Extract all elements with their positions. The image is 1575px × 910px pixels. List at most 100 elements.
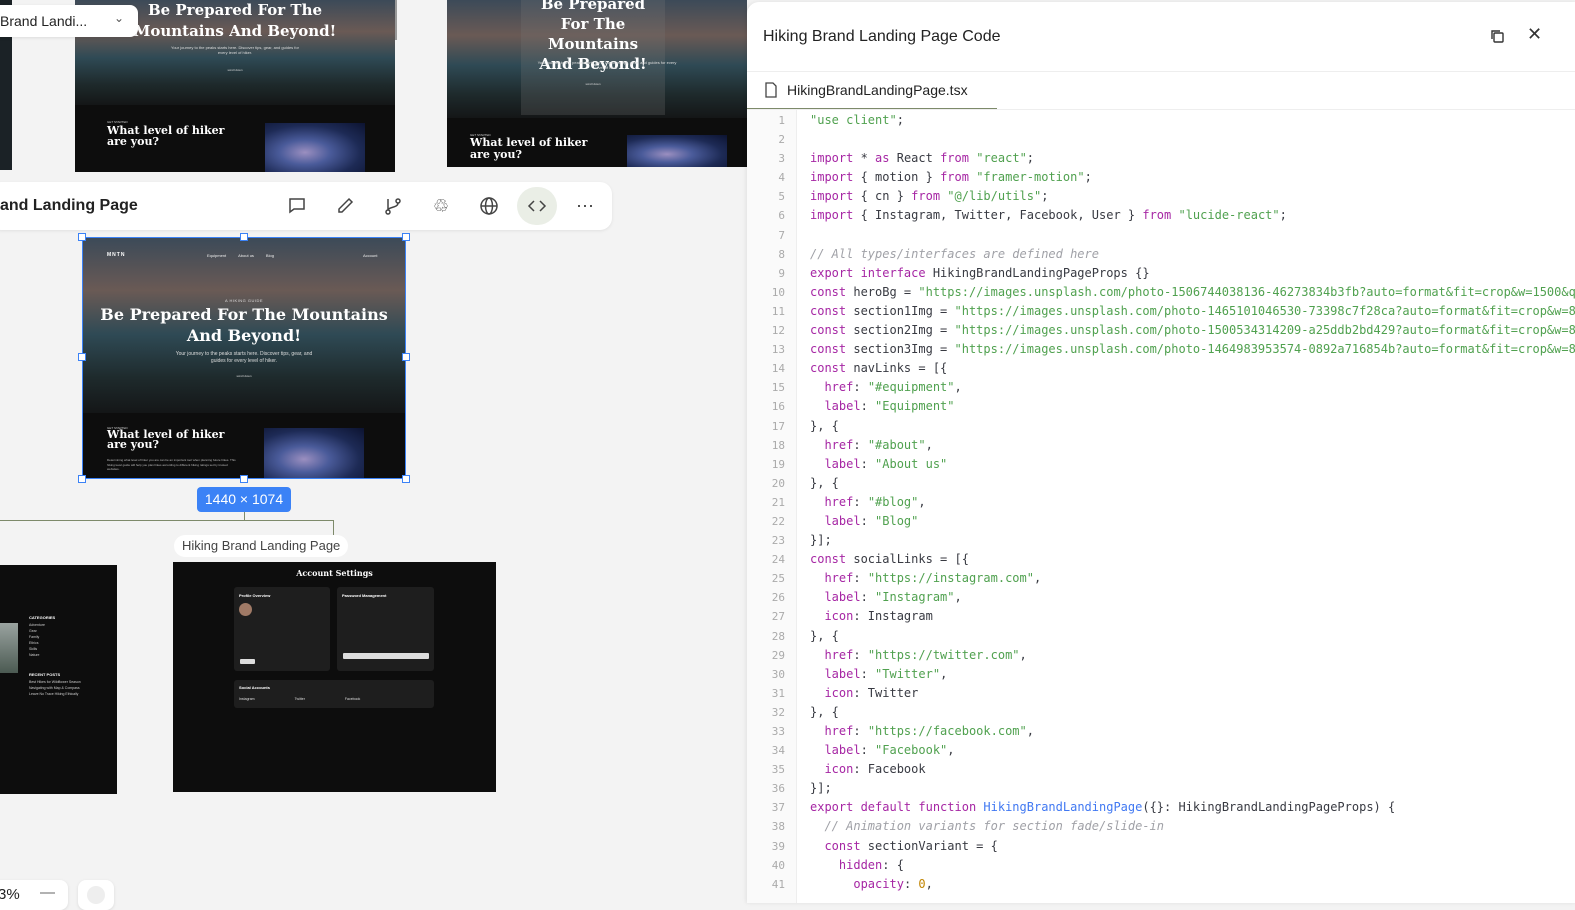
close-icon[interactable]: ✕	[1527, 24, 1542, 45]
code-token	[810, 648, 824, 662]
resize-handle[interactable]	[78, 233, 86, 241]
line-number: 8	[747, 245, 785, 264]
code-token: export default function	[810, 800, 976, 814]
code-line: 7	[747, 226, 1575, 245]
code-token: label	[824, 514, 860, 528]
thumb-image	[627, 135, 727, 167]
line-number: 15	[747, 378, 785, 397]
code-token: const	[810, 304, 846, 318]
resize-handle[interactable]	[402, 475, 410, 483]
frame-section-title: What level of hiker are you?	[107, 430, 247, 450]
page-selector-dropdown[interactable]: Brand Landi... ⌄	[0, 5, 138, 37]
thumb-section-title: What level of hiker are you?	[107, 125, 247, 147]
frame-thumbnail-account-settings[interactable]: Account Settings Profile Overview Passwo…	[173, 562, 496, 792]
zoom-out-button[interactable]: —	[40, 884, 55, 901]
code-icon[interactable]	[517, 187, 557, 225]
line-number: 13	[747, 340, 785, 359]
line-number: 28	[747, 627, 785, 646]
page-selector-label: Brand Landi...	[0, 13, 87, 29]
code-text: const sectionVariant = {	[810, 837, 998, 856]
frame-label[interactable]: Hiking Brand Landing Page	[174, 535, 348, 557]
code-token: "https://images.unsplash.com/photo-14649…	[955, 342, 1575, 356]
recent-title: RECENT POSTS	[29, 672, 60, 677]
code-line: 32}, {	[747, 703, 1575, 722]
social-item: Instagram	[239, 697, 255, 701]
resize-handle[interactable]	[240, 233, 248, 241]
selected-frame-preview[interactable]: MNTN Equipment About us Blog Account A H…	[82, 237, 406, 479]
code-text: }];	[810, 779, 832, 798]
copy-icon[interactable]	[1489, 28, 1505, 49]
code-line: 40 hidden: {	[747, 856, 1575, 875]
frame-thumbnail-top-2[interactable]: Be Prepared For The Mountains And Beyond…	[447, 0, 747, 167]
file-tab[interactable]: HikingBrandLandingPage.tsx	[747, 72, 997, 110]
frame-account[interactable]: Account	[363, 253, 377, 258]
code-token: }, {	[810, 419, 839, 433]
code-token: :	[853, 571, 867, 585]
code-text: "use client";	[810, 111, 904, 130]
code-token: label	[824, 399, 860, 413]
line-number: 3	[747, 149, 785, 168]
line-number: 35	[747, 760, 785, 779]
more-icon[interactable]: ⋯	[567, 190, 603, 222]
globe-icon[interactable]	[471, 190, 507, 222]
code-token: "Blog"	[875, 514, 918, 528]
code-token	[810, 877, 853, 891]
categories-list: Adventure Gear Family Ethics Skills Natu…	[29, 622, 45, 658]
recycle-icon[interactable]: ♲	[423, 190, 459, 222]
git-branch-icon[interactable]	[375, 190, 411, 222]
frame-cta[interactable]: scroll down	[83, 374, 405, 378]
nav-link[interactable]: Equipment	[207, 253, 226, 258]
resize-handle[interactable]	[402, 233, 410, 241]
code-token: ;	[897, 113, 904, 127]
code-editor[interactable]: 1"use client";23import * as React from "…	[747, 110, 1575, 903]
hand-tool-button[interactable]	[78, 880, 114, 910]
thumb-image	[265, 123, 365, 172]
nav-link[interactable]: Blog	[266, 253, 274, 258]
code-token: opacity	[853, 877, 904, 891]
code-token: ,	[926, 438, 933, 452]
resize-handle[interactable]	[78, 475, 86, 483]
code-token: from	[940, 151, 969, 165]
resize-handle[interactable]	[402, 353, 410, 361]
password-card: Password Management	[337, 587, 434, 671]
connector-line	[0, 520, 334, 521]
line-number: 26	[747, 588, 785, 607]
line-number: 39	[747, 837, 785, 856]
line-number: 27	[747, 607, 785, 626]
pencil-icon[interactable]	[327, 190, 363, 222]
category-item[interactable]: Nature	[29, 652, 45, 658]
recent-item[interactable]: Leave No Trace Hiking Ethically	[29, 691, 81, 697]
code-token: :	[853, 380, 867, 394]
code-line: 26 label: "Instagram",	[747, 588, 1575, 607]
resize-handle[interactable]	[240, 475, 248, 483]
code-line: 22 label: "Blog"	[747, 512, 1575, 531]
comment-icon[interactable]	[279, 190, 315, 222]
code-token: const	[824, 839, 860, 853]
code-text: icon: Instagram	[810, 607, 933, 626]
code-token: "https://images.unsplash.com/photo-15067…	[918, 285, 1575, 299]
code-token: icon	[824, 762, 853, 776]
code-token: socialLinks = [{	[846, 552, 969, 566]
code-line: 38 // Animation variants for section fad…	[747, 817, 1575, 836]
code-text: }, {	[810, 627, 839, 646]
code-line: 10const heroBg = "https://images.unsplas…	[747, 283, 1575, 302]
resize-handle[interactable]	[78, 353, 86, 361]
avatar	[239, 603, 252, 616]
frame-thumbnail-blog[interactable]: CATEGORIES Adventure Gear Family Ethics …	[0, 565, 117, 794]
code-token: }];	[810, 781, 832, 795]
code-token	[810, 667, 824, 681]
frame-section-body: Determining what level of hiker you are …	[107, 458, 237, 472]
line-number: 24	[747, 550, 785, 569]
nav-link[interactable]: About us	[238, 253, 254, 258]
code-line: 28 }, {	[747, 627, 1575, 646]
profile-title: Profile Overview	[239, 593, 270, 598]
code-line: 16 label: "Equipment"	[747, 397, 1575, 416]
code-text: const navLinks = [{	[810, 359, 947, 378]
code-text: icon: Twitter	[810, 684, 918, 703]
code-token: export interface	[810, 266, 926, 280]
zoom-value[interactable]: 3%	[0, 886, 20, 903]
code-line: 27 icon: Instagram	[747, 607, 1575, 626]
line-number: 14	[747, 359, 785, 378]
code-token: "#equipment"	[868, 380, 955, 394]
code-token: hidden	[839, 858, 882, 872]
